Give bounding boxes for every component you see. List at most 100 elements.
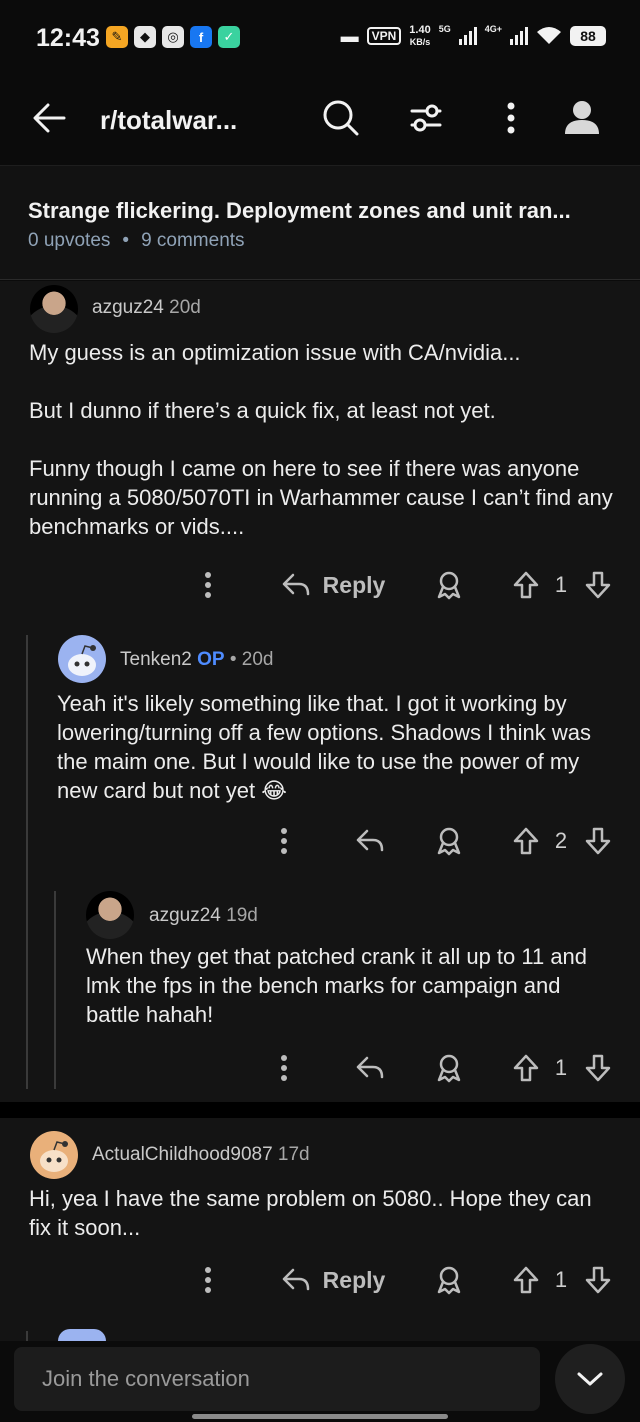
- search-icon: [323, 100, 359, 136]
- wifi-icon: [537, 27, 561, 44]
- comment-paragraph: But I dunno if there’s a quick fix, at l…: [29, 398, 496, 423]
- bottom-bar: Join the conversation: [0, 1341, 640, 1422]
- upvote-count: 0 upvotes: [28, 230, 111, 251]
- comment-paragraph: Funny though I came on here to see if th…: [29, 456, 613, 539]
- reply-button[interactable]: [352, 821, 388, 861]
- user-icon: [565, 101, 599, 134]
- comment-age: 19d: [226, 905, 258, 926]
- comment-more-button[interactable]: [190, 1260, 226, 1300]
- downvote-button[interactable]: [582, 821, 614, 861]
- comment: ActualChildhood9087 17d Hi, yea I have t…: [0, 1118, 640, 1341]
- sort-filter-button[interactable]: [402, 94, 450, 142]
- vote-score: 1: [554, 1055, 568, 1080]
- comment-more-button[interactable]: [266, 1048, 302, 1088]
- comment-username[interactable]: azguz24: [92, 297, 164, 318]
- comment-reply: Tenken2 OP • 20d Yeah it's likely someth…: [0, 635, 640, 885]
- reply-icon: [282, 573, 309, 596]
- app-notification-icon: ✎: [106, 26, 128, 48]
- upvote-arrow-icon: [513, 827, 539, 855]
- chevron-down-icon: [577, 1372, 603, 1386]
- back-button[interactable]: [28, 96, 72, 140]
- profile-button[interactable]: [558, 94, 606, 142]
- upvote-button[interactable]: [510, 821, 542, 861]
- avatar[interactable]: [30, 285, 78, 333]
- award-button[interactable]: [432, 821, 466, 861]
- search-button[interactable]: [317, 94, 365, 142]
- downvote-button[interactable]: [582, 1260, 614, 1300]
- award-icon: [437, 827, 461, 856]
- arrow-left-icon: [33, 103, 66, 133]
- upvote-button[interactable]: [510, 1048, 542, 1088]
- network-speed: 1.40 KB/s: [409, 24, 430, 48]
- comment-age: 20d: [169, 297, 201, 318]
- app-notification-icon: ◎: [162, 26, 184, 48]
- signal-icon: [458, 27, 477, 45]
- more-vertical-icon: [281, 828, 287, 854]
- comment-meta: azguz24 19d: [149, 905, 258, 927]
- upvote-arrow-icon: [513, 1054, 539, 1082]
- avatar[interactable]: [86, 891, 134, 939]
- comment-meta: azguz24 20d: [92, 297, 201, 319]
- more-vertical-icon: [281, 1055, 287, 1081]
- award-button[interactable]: [432, 565, 466, 605]
- award-button[interactable]: [432, 1260, 466, 1300]
- comment-username[interactable]: ActualChildhood9087: [92, 1144, 273, 1165]
- comment-username[interactable]: azguz24: [149, 905, 221, 926]
- comment-username[interactable]: Tenken2: [120, 649, 192, 670]
- downvote-arrow-icon: [585, 1266, 611, 1294]
- vpn-indicator: VPN: [366, 27, 402, 45]
- comment-age: • 20d: [229, 649, 274, 670]
- comment-age: 17d: [277, 1144, 310, 1165]
- comments-list: azguz24 20d My guess is an optimization …: [0, 281, 640, 1341]
- reply-button[interactable]: [352, 1048, 388, 1088]
- award-button[interactable]: [432, 1048, 466, 1088]
- avatar[interactable]: [30, 1131, 78, 1179]
- snoo-avatar-icon: [68, 645, 96, 676]
- avatar[interactable]: [58, 1329, 106, 1341]
- post-header[interactable]: Strange flickering. Deployment zones and…: [0, 166, 640, 280]
- vote-score: 2: [554, 828, 568, 853]
- signal-icon: [510, 27, 528, 45]
- downvote-arrow-icon: [585, 1054, 611, 1082]
- vote-score: 1: [554, 1267, 568, 1292]
- join-conversation-placeholder: Join the conversation: [42, 1366, 250, 1391]
- comment-count: 9 comments: [141, 230, 245, 251]
- more-vertical-icon: [507, 102, 515, 134]
- thread-divider: [0, 1102, 640, 1118]
- comment-body: Yeah it's likely something like that. I …: [57, 691, 592, 803]
- downvote-arrow-icon: [585, 827, 611, 855]
- reply-icon: [282, 1268, 309, 1291]
- post-meta: 0 upvotes • 9 comments: [28, 230, 245, 252]
- upvote-button[interactable]: [510, 1260, 542, 1300]
- reply-label: Reply: [322, 1266, 386, 1293]
- comment-paragraph: My guess is an optimization issue with C…: [29, 340, 521, 365]
- app-notification-icon: ◆: [134, 26, 156, 48]
- status-notification-icons: ✎ ◆ ◎ f ✓: [106, 26, 240, 48]
- reply-button[interactable]: Reply: [278, 565, 388, 605]
- thread-line[interactable]: [26, 1331, 28, 1341]
- filter-sliders-icon: [410, 104, 442, 132]
- vote-score: 1: [554, 572, 568, 597]
- scroll-down-button[interactable]: [555, 1344, 625, 1414]
- status-time: 12:43: [36, 24, 100, 52]
- award-icon: [437, 1266, 461, 1295]
- upvote-arrow-icon: [513, 1266, 539, 1294]
- upvote-arrow-icon: [513, 571, 539, 599]
- reply-button[interactable]: Reply: [278, 1260, 388, 1300]
- reply-label: Reply: [322, 571, 386, 598]
- overflow-menu-button[interactable]: [487, 94, 535, 142]
- upvote-button[interactable]: [510, 565, 542, 605]
- meta-separator: •: [122, 230, 130, 251]
- comment-more-button[interactable]: [266, 821, 302, 861]
- network-type-5g: 5G: [438, 24, 451, 34]
- subreddit-title[interactable]: r/totalwar...: [100, 105, 237, 136]
- downvote-button[interactable]: [582, 565, 614, 605]
- comment-more-button[interactable]: [190, 565, 226, 605]
- join-conversation-input[interactable]: Join the conversation: [14, 1347, 540, 1411]
- post-title[interactable]: Strange flickering. Deployment zones and…: [28, 198, 571, 224]
- home-indicator[interactable]: [192, 1414, 448, 1419]
- comment-body: When they get that patched crank it all …: [86, 944, 588, 1027]
- comment-body: My guess is an optimization issue with C…: [29, 338, 619, 541]
- downvote-button[interactable]: [582, 1048, 614, 1088]
- avatar[interactable]: [58, 635, 106, 683]
